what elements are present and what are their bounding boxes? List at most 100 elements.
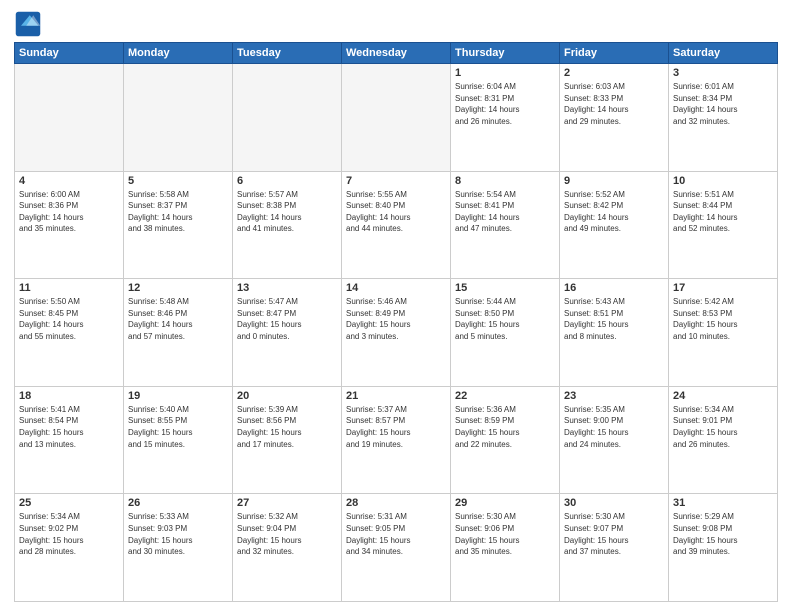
calendar-cell: 14 Sunrise: 5:46 AM Sunset: 8:49 PM Dayli… bbox=[342, 279, 451, 387]
day-number: 30 bbox=[564, 497, 664, 509]
day-info: Sunrise: 6:00 AM Sunset: 8:36 PM Dayligh… bbox=[19, 189, 119, 235]
day-info: Sunrise: 5:40 AM Sunset: 8:55 PM Dayligh… bbox=[128, 404, 228, 450]
day-info: Sunrise: 5:34 AM Sunset: 9:02 PM Dayligh… bbox=[19, 511, 119, 557]
day-number: 15 bbox=[455, 282, 555, 294]
weekday-header-saturday: Saturday bbox=[669, 43, 778, 64]
calendar-cell: 20 Sunrise: 5:39 AM Sunset: 8:56 PM Dayli… bbox=[233, 386, 342, 494]
day-number: 29 bbox=[455, 497, 555, 509]
day-number: 4 bbox=[19, 175, 119, 187]
logo bbox=[14, 10, 46, 38]
day-number: 25 bbox=[19, 497, 119, 509]
day-info: Sunrise: 5:30 AM Sunset: 9:07 PM Dayligh… bbox=[564, 511, 664, 557]
day-info: Sunrise: 5:39 AM Sunset: 8:56 PM Dayligh… bbox=[237, 404, 337, 450]
day-number: 6 bbox=[237, 175, 337, 187]
day-info: Sunrise: 5:41 AM Sunset: 8:54 PM Dayligh… bbox=[19, 404, 119, 450]
day-number: 24 bbox=[673, 390, 773, 402]
calendar-cell: 5 Sunrise: 5:58 AM Sunset: 8:37 PM Daylig… bbox=[124, 171, 233, 279]
weekday-header-wednesday: Wednesday bbox=[342, 43, 451, 64]
day-info: Sunrise: 5:52 AM Sunset: 8:42 PM Dayligh… bbox=[564, 189, 664, 235]
calendar-cell: 26 Sunrise: 5:33 AM Sunset: 9:03 PM Dayli… bbox=[124, 494, 233, 602]
calendar-cell: 23 Sunrise: 5:35 AM Sunset: 9:00 PM Dayli… bbox=[560, 386, 669, 494]
calendar-cell: 22 Sunrise: 5:36 AM Sunset: 8:59 PM Dayli… bbox=[451, 386, 560, 494]
day-info: Sunrise: 5:33 AM Sunset: 9:03 PM Dayligh… bbox=[128, 511, 228, 557]
day-number: 8 bbox=[455, 175, 555, 187]
calendar-cell: 11 Sunrise: 5:50 AM Sunset: 8:45 PM Dayli… bbox=[15, 279, 124, 387]
day-number: 3 bbox=[673, 67, 773, 79]
day-info: Sunrise: 5:37 AM Sunset: 8:57 PM Dayligh… bbox=[346, 404, 446, 450]
day-info: Sunrise: 5:29 AM Sunset: 9:08 PM Dayligh… bbox=[673, 511, 773, 557]
calendar-cell: 25 Sunrise: 5:34 AM Sunset: 9:02 PM Dayli… bbox=[15, 494, 124, 602]
day-number: 31 bbox=[673, 497, 773, 509]
weekday-header-monday: Monday bbox=[124, 43, 233, 64]
calendar-cell: 17 Sunrise: 5:42 AM Sunset: 8:53 PM Dayli… bbox=[669, 279, 778, 387]
day-number: 27 bbox=[237, 497, 337, 509]
day-number: 12 bbox=[128, 282, 228, 294]
calendar-cell: 10 Sunrise: 5:51 AM Sunset: 8:44 PM Dayli… bbox=[669, 171, 778, 279]
day-number: 9 bbox=[564, 175, 664, 187]
day-info: Sunrise: 5:51 AM Sunset: 8:44 PM Dayligh… bbox=[673, 189, 773, 235]
calendar-cell: 13 Sunrise: 5:47 AM Sunset: 8:47 PM Dayli… bbox=[233, 279, 342, 387]
calendar-cell: 15 Sunrise: 5:44 AM Sunset: 8:50 PM Dayli… bbox=[451, 279, 560, 387]
day-number: 18 bbox=[19, 390, 119, 402]
day-number: 19 bbox=[128, 390, 228, 402]
day-info: Sunrise: 6:04 AM Sunset: 8:31 PM Dayligh… bbox=[455, 81, 555, 127]
calendar-cell: 31 Sunrise: 5:29 AM Sunset: 9:08 PM Dayli… bbox=[669, 494, 778, 602]
calendar-cell: 3Sunrise: 6:01 AM Sunset: 8:34 PM Daylig… bbox=[669, 64, 778, 172]
day-info: Sunrise: 5:48 AM Sunset: 8:46 PM Dayligh… bbox=[128, 296, 228, 342]
calendar-cell bbox=[342, 64, 451, 172]
logo-icon bbox=[14, 10, 42, 38]
calendar: SundayMondayTuesdayWednesdayThursdayFrid… bbox=[14, 42, 778, 602]
day-info: Sunrise: 5:47 AM Sunset: 8:47 PM Dayligh… bbox=[237, 296, 337, 342]
day-info: Sunrise: 5:50 AM Sunset: 8:45 PM Dayligh… bbox=[19, 296, 119, 342]
calendar-cell bbox=[15, 64, 124, 172]
day-number: 20 bbox=[237, 390, 337, 402]
calendar-cell: 2 Sunrise: 6:03 AM Sunset: 8:33 PM Daylig… bbox=[560, 64, 669, 172]
calendar-cell: 27 Sunrise: 5:32 AM Sunset: 9:04 PM Dayli… bbox=[233, 494, 342, 602]
day-number: 13 bbox=[237, 282, 337, 294]
day-number: 26 bbox=[128, 497, 228, 509]
day-number: 14 bbox=[346, 282, 446, 294]
day-info: Sunrise: 5:54 AM Sunset: 8:41 PM Dayligh… bbox=[455, 189, 555, 235]
calendar-cell bbox=[124, 64, 233, 172]
day-number: 23 bbox=[564, 390, 664, 402]
calendar-cell: 9 Sunrise: 5:52 AM Sunset: 8:42 PM Daylig… bbox=[560, 171, 669, 279]
day-number: 21 bbox=[346, 390, 446, 402]
calendar-cell: 12 Sunrise: 5:48 AM Sunset: 8:46 PM Dayli… bbox=[124, 279, 233, 387]
day-number: 22 bbox=[455, 390, 555, 402]
day-info: Sunrise: 5:42 AM Sunset: 8:53 PM Dayligh… bbox=[673, 296, 773, 342]
weekday-header-friday: Friday bbox=[560, 43, 669, 64]
day-number: 5 bbox=[128, 175, 228, 187]
calendar-cell: 8 Sunrise: 5:54 AM Sunset: 8:41 PM Daylig… bbox=[451, 171, 560, 279]
calendar-cell: 16Sunrise: 5:43 AM Sunset: 8:51 PM Dayli… bbox=[560, 279, 669, 387]
calendar-cell: 19 Sunrise: 5:40 AM Sunset: 8:55 PM Dayli… bbox=[124, 386, 233, 494]
day-info: Sunrise: 5:35 AM Sunset: 9:00 PM Dayligh… bbox=[564, 404, 664, 450]
day-number: 2 bbox=[564, 67, 664, 79]
weekday-header-tuesday: Tuesday bbox=[233, 43, 342, 64]
day-number: 10 bbox=[673, 175, 773, 187]
day-number: 28 bbox=[346, 497, 446, 509]
day-info: Sunrise: 5:57 AM Sunset: 8:38 PM Dayligh… bbox=[237, 189, 337, 235]
day-info: Sunrise: 5:34 AM Sunset: 9:01 PM Dayligh… bbox=[673, 404, 773, 450]
day-info: Sunrise: 5:30 AM Sunset: 9:06 PM Dayligh… bbox=[455, 511, 555, 557]
calendar-cell: 30 Sunrise: 5:30 AM Sunset: 9:07 PM Dayli… bbox=[560, 494, 669, 602]
day-info: Sunrise: 6:03 AM Sunset: 8:33 PM Dayligh… bbox=[564, 81, 664, 127]
calendar-cell: 4 Sunrise: 6:00 AM Sunset: 8:36 PM Daylig… bbox=[15, 171, 124, 279]
day-number: 11 bbox=[19, 282, 119, 294]
day-info: Sunrise: 5:36 AM Sunset: 8:59 PM Dayligh… bbox=[455, 404, 555, 450]
calendar-cell: 28 Sunrise: 5:31 AM Sunset: 9:05 PM Dayli… bbox=[342, 494, 451, 602]
calendar-cell: 29 Sunrise: 5:30 AM Sunset: 9:06 PM Dayli… bbox=[451, 494, 560, 602]
calendar-cell: 7Sunrise: 5:55 AM Sunset: 8:40 PM Daylig… bbox=[342, 171, 451, 279]
header bbox=[14, 10, 778, 38]
day-info: Sunrise: 5:58 AM Sunset: 8:37 PM Dayligh… bbox=[128, 189, 228, 235]
day-number: 1 bbox=[455, 67, 555, 79]
calendar-cell: 1 Sunrise: 6:04 AM Sunset: 8:31 PM Daylig… bbox=[451, 64, 560, 172]
day-info: Sunrise: 5:46 AM Sunset: 8:49 PM Dayligh… bbox=[346, 296, 446, 342]
calendar-cell: 6 Sunrise: 5:57 AM Sunset: 8:38 PM Daylig… bbox=[233, 171, 342, 279]
day-info: Sunrise: 5:32 AM Sunset: 9:04 PM Dayligh… bbox=[237, 511, 337, 557]
day-info: Sunrise: 5:44 AM Sunset: 8:50 PM Dayligh… bbox=[455, 296, 555, 342]
day-number: 7 bbox=[346, 175, 446, 187]
day-info: Sunrise: 5:31 AM Sunset: 9:05 PM Dayligh… bbox=[346, 511, 446, 557]
calendar-cell: 24 Sunrise: 5:34 AM Sunset: 9:01 PM Dayli… bbox=[669, 386, 778, 494]
calendar-cell: 18 Sunrise: 5:41 AM Sunset: 8:54 PM Dayli… bbox=[15, 386, 124, 494]
day-number: 17 bbox=[673, 282, 773, 294]
